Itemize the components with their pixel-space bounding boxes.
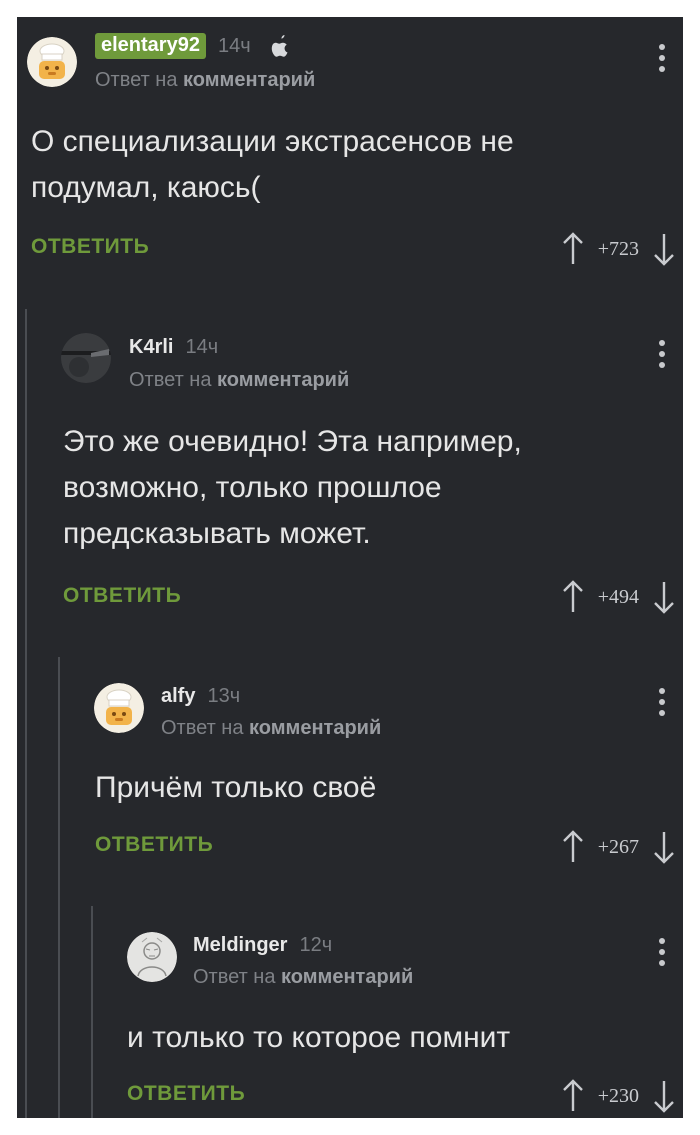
reply-to-prefix: Ответ на [193,966,276,988]
username[interactable]: K4rli [129,336,173,359]
reply-button[interactable]: ОТВЕТИТЬ [95,833,213,857]
more-vertical-icon[interactable] [659,688,665,720]
comment-time: 14ч [185,335,219,358]
comment-text-line: подумал, каюсь( [31,171,261,204]
reply-to-line: Ответ на комментарий [95,69,315,92]
comment-text: Причём только своё [95,765,376,811]
sketch-portrait-avatar-icon [127,932,177,982]
comment-text-line: возможно, только прошлое [63,471,442,504]
comment-text-line: Причём только своё [95,771,377,804]
thread-line-level-1 [25,309,27,1118]
avatar[interactable] [61,333,111,383]
avatar[interactable] [127,932,177,982]
chef-avatar-icon [27,37,77,87]
avatar[interactable] [27,37,77,87]
comment-text-line: предсказывать может. [63,517,371,550]
vote-score: +723 [597,237,639,260]
arrow-up-icon[interactable] [562,1079,584,1113]
comment-text-line: Это же очевидно! Эта например, [63,425,522,458]
thread-line-level-2 [58,657,60,1118]
apple-icon [271,35,288,57]
more-vertical-icon[interactable] [659,340,665,372]
reply-to-link[interactable]: комментарий [281,966,413,988]
vote-score: +494 [597,585,639,608]
username[interactable]: alfy [161,685,195,708]
arrow-down-icon[interactable] [653,1079,675,1113]
comment-text: Это же очевидно! Эта например, возможно,… [63,419,522,557]
arrow-up-icon[interactable] [562,232,584,266]
chef-avatar-icon [94,683,144,733]
reply-to-link[interactable]: комментарий [249,717,381,739]
arrow-down-icon[interactable] [653,232,675,266]
username[interactable]: Meldinger [193,934,287,957]
reply-button[interactable]: ОТВЕТИТЬ [31,235,149,259]
comment-text: и только то которое помнит [127,1015,510,1061]
comments-thread: elentary92 14ч Ответ на комментарий О сп… [17,17,683,1118]
arrow-up-icon[interactable] [562,830,584,864]
more-vertical-icon[interactable] [659,44,665,76]
reply-button[interactable]: ОТВЕТИТЬ [127,1082,245,1106]
comment-time: 13ч [207,684,241,707]
thread-line-level-3 [91,906,93,1118]
reply-to-link[interactable]: комментарий [183,69,315,91]
reply-button[interactable]: ОТВЕТИТЬ [63,584,181,608]
more-vertical-icon[interactable] [659,938,665,970]
reply-to-line: Ответ на комментарий [193,966,413,989]
reply-to-line: Ответ на комментарий [129,369,349,392]
reply-to-prefix: Ответ на [161,717,244,739]
comment-text-line: и только то которое помнит [127,1021,511,1054]
username[interactable]: elentary92 [95,33,206,59]
comment-time: 12ч [299,933,333,956]
reply-to-line: Ответ на комментарий [161,717,381,740]
comment-text: О специализации экстрасенсов не подумал,… [31,119,514,211]
comment-time: 14ч [217,34,251,57]
vote-score: +230 [597,1084,639,1107]
reply-to-prefix: Ответ на [95,69,178,91]
avatar[interactable] [94,683,144,733]
vote-score: +267 [597,835,639,858]
reply-to-prefix: Ответ на [129,369,212,391]
arrow-down-icon[interactable] [653,830,675,864]
comment-text-line: О специализации экстрасенсов не [31,125,514,158]
arrow-up-icon[interactable] [562,580,584,614]
reply-to-link[interactable]: комментарий [217,369,349,391]
user-photo-avatar-icon [61,333,111,383]
arrow-down-icon[interactable] [653,580,675,614]
